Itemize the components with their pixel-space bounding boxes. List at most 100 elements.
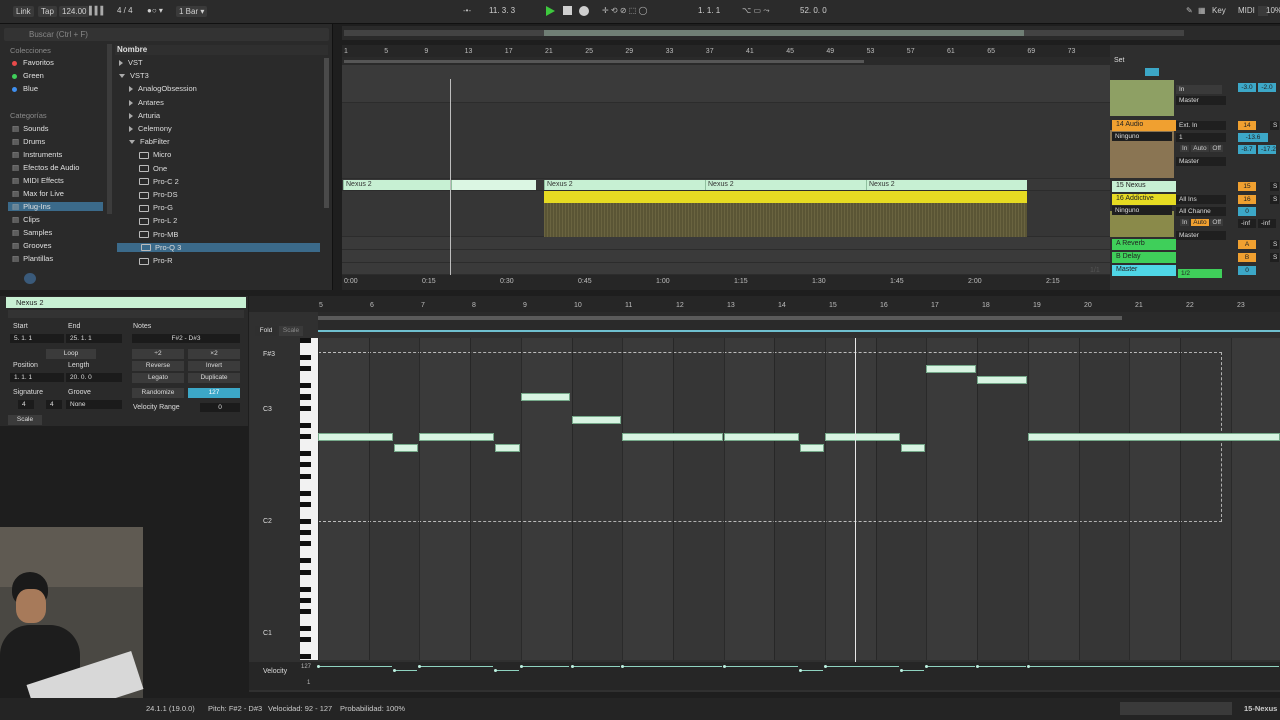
velocity-dot[interactable] (722, 665, 726, 668)
velocity-dot[interactable] (418, 665, 422, 668)
piano-roll-ruler[interactable]: 5 6 7 8 9 10 11 12 13 14 15 16 17 18 19 20 21 22 23 (249, 296, 1280, 312)
loop-toggle-icon[interactable]: ⌥ ▭ ⤳ (742, 6, 770, 16)
tree-scrollbar[interactable] (324, 58, 329, 208)
stop-icon[interactable] (563, 6, 572, 15)
browser-tree-item[interactable]: Pro-G (139, 203, 173, 212)
black-key[interactable] (300, 558, 311, 564)
start-field[interactable]: 5. 1. 1 (10, 334, 64, 343)
metronome-icon[interactable]: ●○ ▾ (147, 6, 163, 15)
track14-input-select[interactable]: Ext. In (1176, 121, 1226, 130)
track16-input-select[interactable]: All Ins (1176, 195, 1226, 204)
loop-button[interactable]: Loop (46, 349, 96, 359)
midi-note[interactable] (799, 444, 824, 453)
loop-region-bar[interactable] (318, 312, 1280, 332)
metronome-bars-icon[interactable]: ▌▌▌ (89, 6, 106, 15)
midi-note[interactable] (520, 393, 571, 402)
black-key[interactable] (300, 597, 311, 603)
chevron-right-icon[interactable] (129, 99, 133, 106)
track14-output-select[interactable]: Master (1176, 157, 1226, 166)
category-item[interactable]: ▤ Max for Live (12, 189, 64, 198)
loop-brace[interactable] (344, 60, 864, 63)
midi-note[interactable] (495, 444, 520, 453)
invert-button[interactable]: Invert (188, 361, 240, 371)
collection-item[interactable]: Favoritos (12, 58, 54, 67)
arrangement-overview[interactable] (342, 26, 1280, 40)
black-key[interactable] (300, 354, 311, 361)
legato-button[interactable]: Legato (132, 373, 184, 383)
midi-map-button[interactable]: MIDI (1238, 6, 1255, 15)
lane-b-delay[interactable] (342, 250, 1110, 263)
black-key[interactable] (300, 450, 311, 457)
addictive-clip-content[interactable] (544, 203, 1027, 237)
halve-button[interactable]: ÷2 (132, 349, 184, 359)
time-signature-field[interactable]: 4 / 4 (117, 6, 133, 15)
velocity-marker[interactable] (977, 666, 1026, 667)
monitor-group-master[interactable]: In (1176, 85, 1222, 94)
browser-tree-item[interactable]: Antares (129, 98, 164, 107)
piano-keyboard[interactable] (300, 338, 318, 660)
velocity-marker[interactable] (318, 666, 393, 667)
nexus-clip-4[interactable]: Nexus 2 (866, 180, 1027, 190)
midi-note[interactable] (977, 376, 1027, 385)
velocity-marker[interactable] (495, 670, 519, 671)
black-key[interactable] (300, 383, 311, 389)
loop-length-field[interactable]: 52. 0. 0 (800, 6, 827, 15)
velocity-dot[interactable] (925, 665, 929, 668)
clip-tabs[interactable] (8, 310, 244, 318)
velocity-marker[interactable] (520, 666, 570, 667)
black-key[interactable] (300, 609, 311, 615)
sig-num-field[interactable]: 4 (18, 400, 34, 409)
master-output-select[interactable]: Master (1176, 96, 1226, 105)
solo-15[interactable]: S (1270, 182, 1279, 191)
velocity-marker[interactable] (1027, 666, 1280, 667)
category-item[interactable]: ▤ Plantillas (12, 254, 53, 263)
quantize-select[interactable]: 1 Bar ▾ (176, 6, 208, 17)
track-header-15-nexus[interactable]: 15 Nexus (1112, 181, 1176, 192)
lane-master-top[interactable] (342, 65, 1110, 103)
track16-output-select[interactable]: Master (1176, 231, 1226, 240)
chevron-right-icon[interactable] (119, 60, 123, 67)
name-column-header[interactable]: Nombre (115, 45, 328, 55)
black-key[interactable] (300, 654, 311, 660)
velocity-marker[interactable] (571, 666, 621, 667)
loop-region[interactable] (318, 316, 1122, 320)
status-mini-overview[interactable] (1120, 702, 1232, 715)
draw-mode-icon[interactable]: ✎ (1186, 6, 1193, 15)
track-header-16-addictive[interactable]: 16 Addictive (1112, 194, 1176, 205)
collection-item[interactable]: Blue (12, 84, 38, 93)
black-key[interactable] (300, 462, 311, 468)
velocity-lane[interactable]: Velocity 127 1 (249, 662, 1280, 690)
follow-icon[interactable]: -•- (463, 6, 471, 15)
track15-number[interactable]: 15 (1238, 182, 1256, 191)
master-cue-select[interactable]: 1/2 (1178, 269, 1222, 278)
track16-route-select[interactable]: Ninguno (1112, 206, 1172, 215)
track14-monitor[interactable]: In Auto Off (1180, 145, 1223, 152)
midi-note[interactable] (825, 432, 901, 441)
arrangement-mode-icon[interactable] (1145, 68, 1159, 76)
chevron-down-icon[interactable] (119, 74, 125, 79)
midi-note[interactable] (571, 415, 622, 424)
black-key[interactable] (300, 394, 311, 400)
velocity-dot[interactable] (621, 665, 625, 668)
randomize-button[interactable]: Randomize (132, 388, 184, 398)
solo-16[interactable]: S (1270, 195, 1279, 204)
monitor-auto[interactable]: Auto (1191, 219, 1209, 226)
chevron-right-icon[interactable] (129, 86, 133, 93)
midi-note[interactable] (926, 364, 977, 373)
track14-channel-select[interactable]: 1 (1176, 133, 1226, 142)
groove-select[interactable]: None (66, 400, 122, 409)
browser-tree-item[interactable]: Arturia (129, 111, 160, 120)
black-key[interactable] (300, 405, 311, 411)
category-item[interactable]: ▤ Samples (12, 228, 52, 237)
black-key[interactable] (300, 541, 311, 547)
master-number[interactable]: 0 (1238, 266, 1256, 275)
play-icon[interactable] (546, 6, 555, 16)
black-key[interactable] (300, 338, 311, 344)
browser-tree-item[interactable]: Pro-Q 3 (117, 242, 320, 252)
velocity-marker[interactable] (394, 670, 418, 671)
monitor-off[interactable]: Off (1210, 219, 1223, 226)
song-position-field[interactable]: 11. 3. 3 (489, 6, 515, 15)
black-key[interactable] (300, 366, 311, 372)
clip-title[interactable]: Nexus 2 (6, 297, 246, 308)
velocity-dot[interactable] (976, 665, 980, 668)
